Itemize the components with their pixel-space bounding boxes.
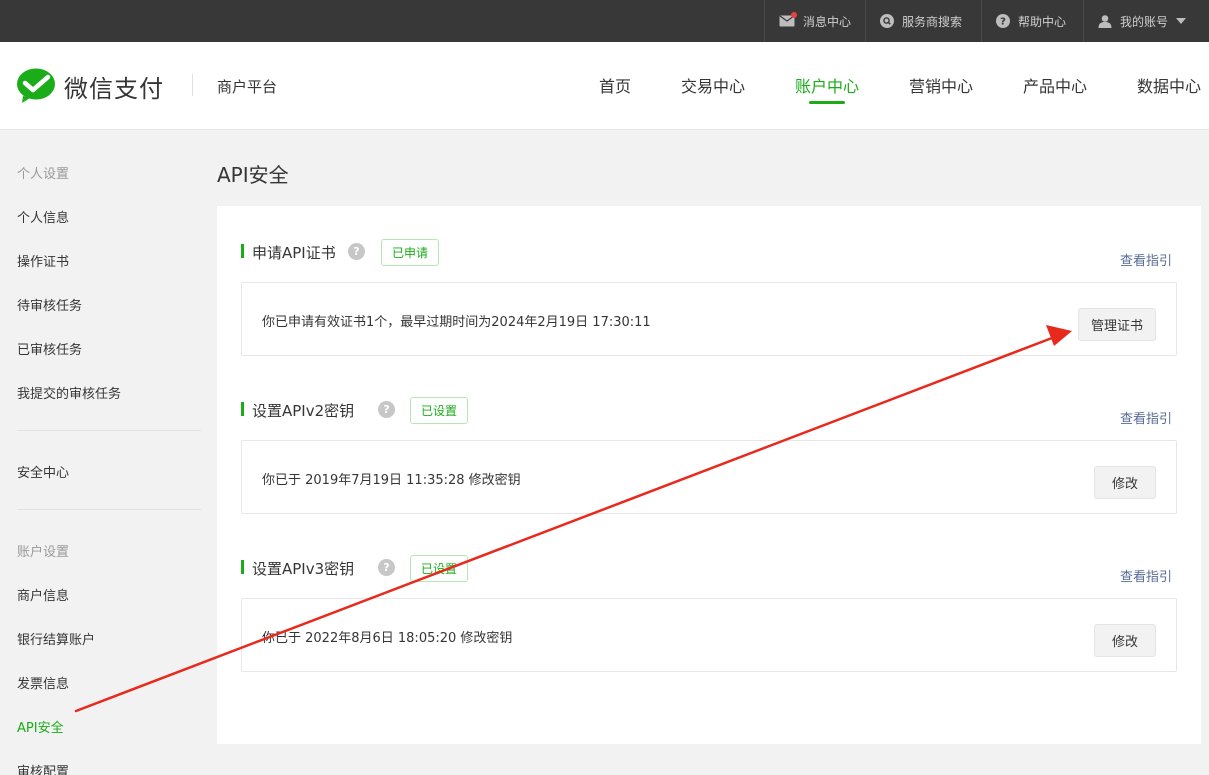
user-icon — [1098, 14, 1112, 28]
section-desc: 你已于 2019年7月19日 11:35:28 修改密钥 — [262, 473, 521, 488]
topbar-messages-label: 消息中心 — [803, 14, 852, 29]
header: 微信支付 商户平台 首页 交易中心 账户中心 营销中心 产品中心 数据中心 — [0, 42, 1209, 130]
sidebar-item-security-center[interactable]: 安全中心 — [17, 462, 69, 481]
brand-name: 微信支付 — [64, 74, 164, 103]
modify-apiv2-button[interactable]: 修改 — [1094, 466, 1156, 499]
help-icon[interactable]: ? — [378, 559, 395, 576]
nav-products[interactable]: 产品中心 — [1023, 73, 1087, 97]
sidebar-item-api-security[interactable]: API安全 — [17, 717, 64, 736]
topbar-provider-search-label: 服务商搜索 — [902, 14, 963, 29]
sidebar-item-pending-review[interactable]: 待审核任务 — [17, 295, 82, 314]
question-icon: ? — [996, 14, 1010, 28]
topbar-account-label: 我的账号 — [1120, 14, 1169, 29]
nav-active-indicator — [809, 101, 845, 104]
status-badge: 已设置 — [410, 555, 469, 582]
sidebar-group-personal: 个人设置 — [17, 167, 70, 182]
help-icon[interactable]: ? — [348, 243, 365, 260]
sidebar-item-invoice[interactable]: 发票信息 — [17, 673, 69, 692]
guide-link[interactable]: 查看指引 — [1120, 250, 1172, 269]
sidebar-item-operation-cert[interactable]: 操作证书 — [17, 251, 69, 270]
wechat-pay-logo-icon — [16, 68, 56, 104]
sidebar-item-bank-account[interactable]: 银行结算账户 — [17, 629, 95, 648]
nav-marketing[interactable]: 营销中心 — [909, 73, 973, 97]
sidebar-group-account: 账户设置 — [17, 545, 70, 560]
wechat-pay-logo[interactable]: 微信支付 — [16, 68, 164, 104]
sidebar-item-reviewed[interactable]: 已审核任务 — [17, 339, 82, 358]
status-badge: 已设置 — [410, 397, 469, 424]
modify-apiv3-button[interactable]: 修改 — [1094, 624, 1156, 657]
sidebar-item-personal-info[interactable]: 个人信息 — [17, 207, 69, 226]
section-title-apiv2-key: 设置APIv2密钥 — [252, 402, 355, 420]
mail-icon — [779, 12, 797, 27]
topbar-messages[interactable]: 消息中心 — [764, 0, 865, 42]
page-title: API安全 — [217, 163, 289, 187]
nav-account-center[interactable]: 账户中心 — [795, 73, 859, 97]
header-divider — [192, 74, 193, 96]
topbar-help-label: 帮助中心 — [1018, 14, 1067, 29]
topbar-provider-search[interactable]: 服务商搜索 — [865, 0, 981, 42]
nav-transactions[interactable]: 交易中心 — [681, 73, 745, 97]
top-bar: 消息中心 服务商搜索 ? 帮助中心 我的账号 — [0, 0, 1209, 42]
manage-cert-button[interactable]: 管理证书 — [1078, 308, 1156, 341]
chevron-down-icon — [1176, 18, 1187, 24]
topbar-help[interactable]: ? 帮助中心 — [981, 0, 1083, 42]
section-title-apiv3-key: 设置APIv3密钥 — [252, 560, 355, 578]
sidebar-item-merchant-info[interactable]: 商户信息 — [17, 585, 69, 604]
sidebar-divider — [17, 430, 201, 431]
nav-data[interactable]: 数据中心 — [1137, 73, 1201, 97]
topbar-account[interactable]: 我的账号 — [1083, 0, 1209, 42]
guide-link[interactable]: 查看指引 — [1120, 566, 1172, 585]
search-icon — [880, 14, 894, 28]
platform-name: 商户平台 — [217, 78, 278, 96]
section-marker — [241, 244, 244, 258]
sidebar-divider — [17, 509, 201, 510]
section-marker — [241, 402, 244, 416]
section-title-api-cert: 申请API证书 — [252, 244, 336, 262]
section-marker — [241, 560, 244, 574]
sidebar-item-my-submitted[interactable]: 我提交的审核任务 — [17, 383, 121, 402]
help-icon[interactable]: ? — [378, 401, 395, 418]
nav-home[interactable]: 首页 — [599, 73, 631, 97]
sidebar-item-review-config[interactable]: 审核配置 — [17, 761, 69, 775]
status-badge: 已申请 — [381, 239, 440, 266]
svg-text:?: ? — [1000, 17, 1006, 28]
section-desc: 你已申请有效证书1个，最早过期时间为2024年2月19日 17:30:11 — [262, 315, 651, 330]
notification-dot — [791, 12, 797, 18]
guide-link[interactable]: 查看指引 — [1120, 408, 1172, 427]
section-desc: 你已于 2022年8月6日 18:05:20 修改密钥 — [262, 631, 513, 646]
